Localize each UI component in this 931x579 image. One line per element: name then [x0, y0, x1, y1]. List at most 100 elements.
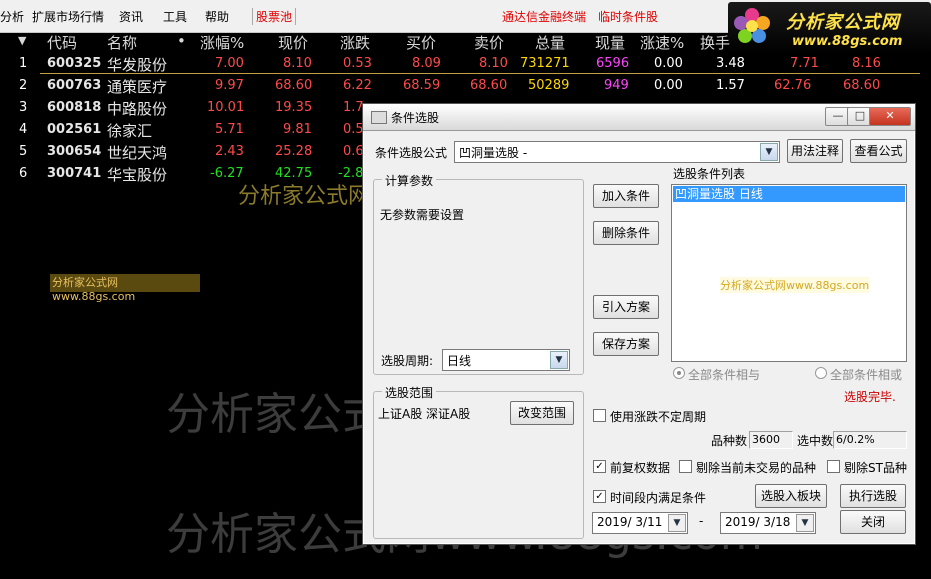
ask: 8.10: [479, 56, 508, 71]
col-change-pct[interactable]: 涨幅%: [200, 32, 244, 53]
count-value-box: 3600: [749, 431, 793, 449]
all-or-radio[interactable]: [815, 367, 827, 379]
chevron-down-icon[interactable]: ▼: [760, 143, 778, 161]
run-selection-button[interactable]: 执行选股: [840, 484, 906, 508]
range-value: 上证A股 深证A股: [378, 407, 471, 421]
formula-label: 条件选股公式: [375, 146, 448, 160]
price: 9.81: [283, 122, 312, 137]
condition-list-label: 选股条件列表: [673, 167, 746, 181]
speed: 0.00: [654, 78, 683, 93]
calendar-dropdown-icon[interactable]: ▼: [796, 514, 814, 532]
calc-params-title: 计算参数: [382, 172, 437, 189]
price: 19.35: [275, 100, 313, 115]
exclude-st-checkbox[interactable]: [827, 460, 840, 473]
no-params-text: 无参数需要设置: [380, 208, 465, 222]
stock-name: 世纪天鸿: [107, 144, 168, 162]
change-pct: 10.01: [207, 100, 245, 115]
date-to-picker[interactable]: 2019/ 3/18 ▼: [720, 512, 816, 534]
condition-list[interactable]: 凹洞量选股 日线 分析家公式网www.88gs.com: [671, 184, 907, 362]
close-button[interactable]: 关闭: [840, 510, 906, 534]
all-and-radio[interactable]: [673, 367, 685, 379]
menu-analysis[interactable]: 分析: [0, 8, 24, 25]
fq-label: 前复权数据: [610, 461, 671, 475]
ask: 68.60: [470, 78, 508, 93]
stock-code: 600763: [47, 78, 102, 93]
calendar-dropdown-icon[interactable]: ▼: [668, 514, 686, 532]
date-from-value: 2019/ 3/11: [597, 515, 663, 529]
date-from-picker[interactable]: 2019/ 3/11 ▼: [592, 512, 688, 534]
table-row[interactable]: 2 600763 通策医疗 9.97 68.60 6.22 68.59 68.6…: [0, 76, 931, 98]
table-row[interactable]: 1 600325 华发股份 7.00 8.10 0.53 8.09 8.10 7…: [0, 54, 931, 76]
current-volume: 949: [604, 78, 629, 93]
turnover: 1.57: [716, 78, 745, 93]
col-price[interactable]: 现价: [278, 32, 308, 53]
view-formula-button[interactable]: 查看公式: [850, 139, 907, 163]
change-pct: 2.43: [215, 144, 244, 159]
menu-tools[interactable]: 工具: [163, 8, 187, 25]
period-value: 日线: [447, 354, 472, 368]
count-label: 品种数: [711, 434, 748, 448]
import-scheme-button[interactable]: 引入方案: [593, 295, 659, 319]
condition-list-item[interactable]: 凹洞量选股 日线: [673, 186, 905, 202]
stock-code: 600325: [47, 56, 102, 71]
row-number: 1: [19, 56, 28, 71]
fq-checkbox[interactable]: ✓: [593, 460, 606, 473]
selected-value: 6/0.2%: [836, 433, 875, 446]
dialog-app-icon: [371, 111, 387, 124]
sort-arrow-icon[interactable]: ▼: [18, 34, 26, 47]
col-change[interactable]: 涨跌: [340, 32, 370, 53]
delete-condition-button[interactable]: 删除条件: [593, 221, 659, 245]
change-range-button[interactable]: 改变范围: [510, 401, 574, 425]
calc-params-group: 计算参数 无参数需要设置: [373, 172, 584, 375]
change: 1.7: [343, 100, 364, 115]
menu-stock-pool[interactable]: 股票池: [252, 8, 297, 25]
range-title: 选股范围: [382, 384, 437, 401]
add-to-board-button[interactable]: 选股入板块: [755, 484, 827, 508]
col-speed[interactable]: 涨速%: [640, 32, 684, 53]
col-code[interactable]: 代码: [47, 32, 77, 53]
logo-title: 分析家公式网: [786, 12, 900, 33]
col-name[interactable]: 名称: [107, 32, 137, 53]
date-separator: -: [699, 514, 704, 528]
exclude-untraded-checkbox[interactable]: [679, 460, 692, 473]
open: 7.71: [790, 56, 819, 71]
menu-news[interactable]: 资讯: [119, 8, 143, 25]
speed: 0.00: [654, 56, 683, 71]
selected-label: 选中数: [797, 434, 834, 448]
col-volume[interactable]: 总量: [535, 32, 565, 53]
save-scheme-button[interactable]: 保存方案: [593, 332, 659, 356]
menu-help[interactable]: 帮助: [205, 8, 229, 25]
add-condition-button[interactable]: 加入条件: [593, 184, 659, 208]
turnover: 3.48: [716, 56, 745, 71]
chevron-down-icon[interactable]: ▼: [550, 351, 568, 369]
price: 68.60: [275, 78, 313, 93]
current-volume: 6596: [596, 56, 630, 71]
price: 8.10: [283, 56, 312, 71]
usage-notes-button[interactable]: 用法注释: [787, 139, 843, 163]
period-satisfy-checkbox[interactable]: ✓: [593, 490, 606, 503]
uncertain-period-label: 使用涨跌不定周期: [610, 410, 707, 424]
menu-extended-market[interactable]: 扩展市场行情: [32, 8, 104, 25]
stock-name: 徐家汇: [107, 122, 153, 140]
uncertain-period-checkbox[interactable]: [593, 409, 606, 422]
col-dot: •: [177, 32, 186, 50]
change: 6.22: [343, 78, 372, 93]
selected-value-box: 6/0.2%: [833, 431, 907, 449]
open: 62.76: [774, 78, 812, 93]
dialog-title-bar[interactable]: 条件选股 — □ ✕: [363, 104, 915, 131]
condition-stock-title: 临时条件股: [598, 10, 659, 24]
formula-select[interactable]: 凹洞量选股 - ▼: [454, 141, 780, 163]
stock-code: 600818: [47, 100, 102, 115]
bid: 8.09: [412, 56, 441, 71]
close-window-button[interactable]: ✕: [869, 107, 911, 126]
stock-code: 300741: [47, 166, 102, 181]
period-select[interactable]: 日线 ▼: [442, 349, 570, 371]
stock-name: 华发股份: [107, 56, 168, 74]
col-ask[interactable]: 卖价: [474, 32, 504, 53]
col-turnover[interactable]: 换手: [700, 32, 730, 53]
status-text: 选股完毕.: [844, 390, 896, 404]
col-current-volume[interactable]: 现量: [595, 32, 625, 53]
all-and-label: 全部条件相与: [688, 368, 761, 382]
col-bid[interactable]: 买价: [406, 32, 436, 53]
all-or-label: 全部条件相或: [830, 368, 903, 382]
